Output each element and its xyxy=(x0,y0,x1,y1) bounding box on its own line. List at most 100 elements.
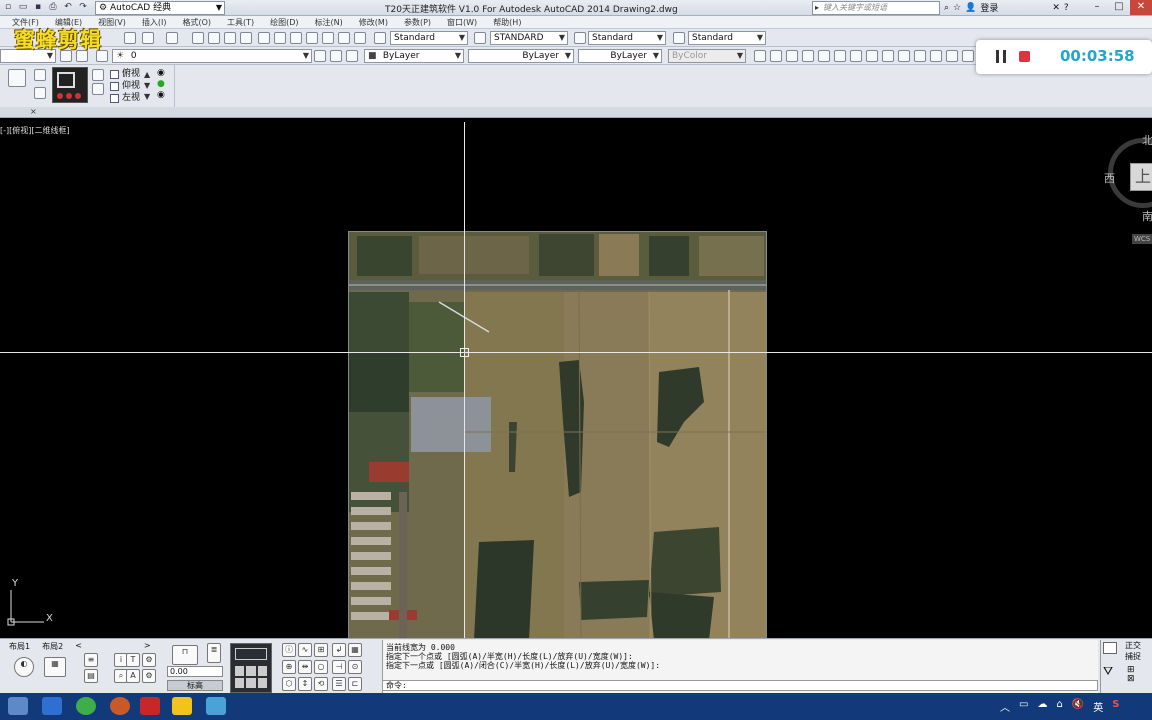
rotate-icon[interactable]: ⟲ xyxy=(314,677,328,691)
print-stamp-icon[interactable] xyxy=(8,69,26,87)
browser-icon[interactable] xyxy=(110,697,130,715)
undo-icon[interactable]: ↶ xyxy=(62,1,74,13)
text-icon[interactable]: ≡ xyxy=(84,653,98,667)
help-icon[interactable] xyxy=(354,32,366,44)
tool-palette-icon[interactable] xyxy=(290,32,302,44)
eye-icon[interactable]: ◉ xyxy=(157,68,165,79)
menu-tools[interactable]: 工具(T) xyxy=(227,17,254,28)
store-icon[interactable] xyxy=(42,697,62,715)
zoom-previous-icon[interactable] xyxy=(240,32,252,44)
align-icon[interactable]: ⊕ xyxy=(282,660,296,674)
elevation-button[interactable]: 标高 xyxy=(167,680,223,691)
abc-icon[interactable]: A xyxy=(126,669,140,683)
eye-icon[interactable]: ◉ xyxy=(157,90,165,101)
properties-icon[interactable] xyxy=(258,32,270,44)
target-icon[interactable]: ⊙ xyxy=(348,660,362,674)
mirror-icon[interactable]: ⇹ xyxy=(298,660,312,674)
viewcube-face[interactable]: 上 xyxy=(1130,163,1152,191)
gear-icon[interactable] xyxy=(882,50,894,62)
cylinder-map-icon[interactable] xyxy=(930,50,942,62)
purge-icon[interactable] xyxy=(34,87,46,99)
new-file-icon[interactable]: ▫ xyxy=(2,1,14,13)
mleader-style-select[interactable]: Standard ▼ xyxy=(688,31,766,45)
undo-icon[interactable] xyxy=(142,32,154,44)
tab-scroll-left[interactable]: < xyxy=(72,641,85,650)
ime-indicator[interactable]: 英 xyxy=(1093,699,1103,714)
lineweight-select[interactable]: ByLayer ▼ xyxy=(578,49,662,63)
star-icon[interactable]: ☆ xyxy=(953,3,961,13)
box-map-icon[interactable] xyxy=(914,50,926,62)
compass-south[interactable]: 南 xyxy=(1142,208,1152,224)
wechat-icon[interactable] xyxy=(76,697,96,715)
circle-icon[interactable]: ○ xyxy=(314,660,328,674)
calculator-icon[interactable] xyxy=(338,32,350,44)
exchange-icon[interactable]: ✕ xyxy=(1052,3,1060,13)
materials-icon[interactable] xyxy=(850,50,862,62)
menu-help[interactable]: 帮助(H) xyxy=(493,17,521,28)
move-icon[interactable]: ↲ xyxy=(332,643,346,657)
grid-icon[interactable]: ▦ xyxy=(348,643,362,657)
menu-view[interactable]: 视图(V) xyxy=(98,17,126,28)
plotstyle-select[interactable]: ByColor ▼ xyxy=(668,49,746,63)
pause-icon[interactable] xyxy=(996,50,1006,63)
stretch-icon[interactable]: ↕ xyxy=(298,677,312,691)
text-edit-icon[interactable]: T xyxy=(126,653,140,667)
volume-mute-icon[interactable]: 🔇 xyxy=(1072,699,1084,714)
explode-icon[interactable] xyxy=(34,69,46,81)
sphere-map-icon[interactable] xyxy=(946,50,958,62)
spot-light-icon[interactable] xyxy=(802,50,814,62)
view-item-left[interactable]: 左视 xyxy=(110,92,140,104)
settings-icon[interactable]: ⚙ xyxy=(142,653,156,667)
display-icon[interactable]: ▭ xyxy=(1019,699,1028,714)
linetype-select[interactable]: ByLayer ▼ xyxy=(468,49,574,63)
render-icon[interactable] xyxy=(754,50,766,62)
menu-draw[interactable]: 绘图(D) xyxy=(270,17,298,28)
login-link[interactable]: 登录 xyxy=(980,1,998,14)
autocad-alt-icon[interactable] xyxy=(172,697,192,715)
workspace-select[interactable]: ⚙ AutoCAD 经典 ▼ xyxy=(95,1,225,15)
sheet-set-icon[interactable] xyxy=(306,32,318,44)
wcs-menu[interactable]: WCS xyxy=(1132,234,1152,244)
annotation-icon[interactable]: ⛛ xyxy=(1103,664,1113,679)
help-icon[interactable]: ? xyxy=(1064,3,1069,13)
light-icon[interactable] xyxy=(770,50,782,62)
menu-dimension[interactable]: 标注(N) xyxy=(315,17,343,28)
redo-icon[interactable]: ↷ xyxy=(77,1,89,13)
cloud-icon[interactable]: ☁ xyxy=(1037,699,1047,714)
split-icon[interactable]: ⊞ xyxy=(314,643,328,657)
dim-style-select[interactable]: STANDARD ▼ xyxy=(490,31,568,45)
recorder-app-icon[interactable] xyxy=(206,697,226,715)
offset-icon[interactable]: ⊣ xyxy=(332,660,346,674)
user-icon[interactable]: 👤 xyxy=(965,3,976,13)
layout-icon[interactable] xyxy=(1103,642,1117,654)
make-current-icon[interactable] xyxy=(314,50,326,62)
hatch-icon[interactable]: ▤ xyxy=(84,669,98,683)
design-center-icon[interactable] xyxy=(274,32,286,44)
menu-insert[interactable]: 插入(I) xyxy=(142,17,167,28)
save-icon[interactable]: ▪ xyxy=(32,1,44,13)
zoom-icon[interactable] xyxy=(92,69,104,81)
stair-icon[interactable]: ⊓ xyxy=(172,645,198,665)
view-item-bottom[interactable]: 仰视 xyxy=(110,80,140,92)
binoculars-icon[interactable]: ⌕ xyxy=(944,3,949,13)
layer-list-icon[interactable]: ≣ xyxy=(207,643,221,663)
menu-modify[interactable]: 修改(M) xyxy=(359,17,388,28)
t20-panel[interactable] xyxy=(230,643,272,693)
menu-format[interactable]: 格式(O) xyxy=(182,17,211,28)
pan-icon[interactable] xyxy=(192,32,204,44)
chevron-up-icon[interactable]: ︿ xyxy=(1000,699,1010,714)
menu-window[interactable]: 窗口(W) xyxy=(447,17,477,28)
matchprop-icon[interactable] xyxy=(124,32,136,44)
tab-scroll-right[interactable]: > xyxy=(141,641,154,650)
layer-select[interactable]: ☀ 0 ▼ xyxy=(112,49,312,63)
viewcube[interactable]: 上 北 西 南 WCS xyxy=(1100,130,1152,250)
menu-parametric[interactable]: 参数(P) xyxy=(404,17,431,28)
compass-north[interactable]: 北 xyxy=(1142,132,1152,148)
viewport-label[interactable]: [-][俯视][二维线框] xyxy=(0,125,70,136)
compass-west[interactable]: 西 xyxy=(1104,170,1115,186)
markup-icon[interactable] xyxy=(322,32,334,44)
copy-map-icon[interactable] xyxy=(962,50,974,62)
search-input[interactable]: ▸ 键入关键字或短语 xyxy=(812,1,940,15)
scale-input[interactable]: 0.00 xyxy=(167,666,223,677)
file-explorer-icon[interactable] xyxy=(8,697,28,715)
